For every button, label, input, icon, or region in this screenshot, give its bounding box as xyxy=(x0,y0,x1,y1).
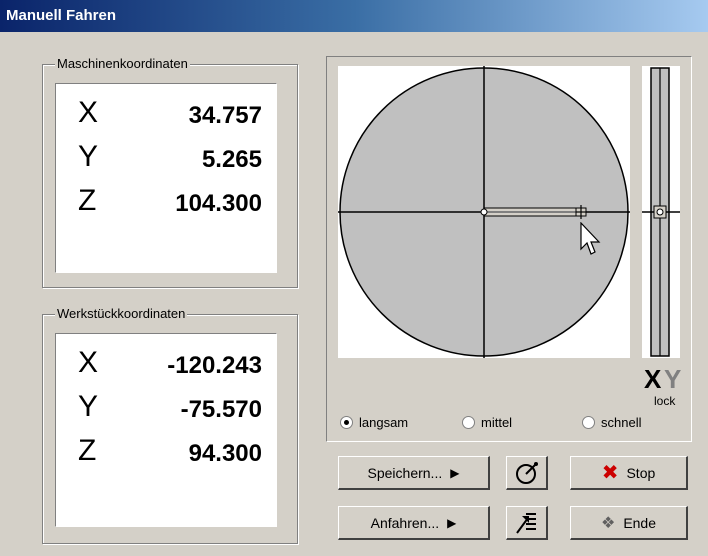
approach-button[interactable]: Anfahren... ▶ xyxy=(338,506,490,540)
jog-handle[interactable] xyxy=(574,205,588,219)
xy-lock-toggle[interactable]: X Y lock xyxy=(640,364,690,410)
move-list-button[interactable] xyxy=(506,506,548,540)
axis-label: X xyxy=(78,96,99,129)
measure-button[interactable] xyxy=(506,456,548,490)
radio-dot xyxy=(582,416,595,429)
machine-row-z: Z 104.300 xyxy=(56,184,276,224)
axis-label: X xyxy=(78,346,99,379)
speed-radio-langsam[interactable]: langsam xyxy=(340,415,408,430)
axis-value: 94.300 xyxy=(188,440,262,467)
machine-coordinates-group: Maschinenkoordinaten X 34.757 Y 5.265 Z … xyxy=(42,56,298,288)
axis-label: Y xyxy=(78,140,99,173)
axis-value: -75.570 xyxy=(180,396,262,423)
stop-button-label: Stop xyxy=(626,464,656,481)
radio-dot xyxy=(340,416,353,429)
stop-button[interactable]: ✖ Stop xyxy=(570,456,688,490)
speed-radio-schnell[interactable]: schnell xyxy=(582,415,641,430)
footprints-icon: ❖ xyxy=(600,514,616,532)
triangle-right-icon: ▶ xyxy=(447,515,457,530)
arrow-cursor-icon xyxy=(580,221,601,255)
end-button[interactable]: ❖ Ende xyxy=(570,506,688,540)
list-arrow-icon xyxy=(515,512,536,534)
axis-value: 5.265 xyxy=(201,146,262,173)
speed-radio-mittel[interactable]: mittel xyxy=(462,415,512,430)
cross-icon: ✖ xyxy=(601,462,619,484)
save-button-label: Speichern... xyxy=(367,464,443,481)
lock-x-label: X xyxy=(644,364,662,394)
radio-label: mittel xyxy=(481,415,513,430)
lock-y-label: Y xyxy=(664,364,682,394)
workpiece-coordinates-legend: Werkstückkoordinaten xyxy=(55,306,188,321)
z-slider-graphic xyxy=(642,67,680,357)
crosshair-icon xyxy=(575,205,587,219)
radio-dot xyxy=(462,416,475,429)
end-button-label: Ende xyxy=(623,514,657,531)
title-bar[interactable]: Manuell Fahren xyxy=(0,0,708,32)
machine-coordinates-legend: Maschinenkoordinaten xyxy=(55,56,190,71)
probe-gauge-icon xyxy=(515,461,538,484)
save-button[interactable]: Speichern... ▶ xyxy=(338,456,490,490)
axis-value: 104.300 xyxy=(175,190,262,217)
axis-label: Y xyxy=(78,390,99,423)
radio-label: langsam xyxy=(359,415,409,430)
approach-button-label: Anfahren... xyxy=(370,514,440,531)
lock-label: lock xyxy=(654,394,676,408)
axis-label: Z xyxy=(78,434,97,467)
machine-row-x: X 34.757 xyxy=(56,96,276,136)
workpiece-coordinates-display: X -120.243 Y -75.570 Z 94.300 xyxy=(55,333,277,527)
workpiece-coordinates-group: Werkstückkoordinaten X -120.243 Y -75.57… xyxy=(42,306,298,544)
radio-label: schnell xyxy=(601,415,642,430)
machine-row-y: Y 5.265 xyxy=(56,140,276,180)
axis-value: 34.757 xyxy=(188,102,262,129)
workpiece-row-z: Z 94.300 xyxy=(56,434,276,474)
workpiece-row-y: Y -75.570 xyxy=(56,390,276,430)
axis-label: Z xyxy=(78,184,97,217)
axis-value: -120.243 xyxy=(167,352,262,379)
z-jog-slider[interactable] xyxy=(642,66,680,358)
window-title: Manuell Fahren xyxy=(6,7,117,24)
mouse-cursor xyxy=(580,221,604,258)
triangle-right-icon: ▶ xyxy=(450,465,460,480)
workpiece-row-x: X -120.243 xyxy=(56,346,276,386)
machine-coordinates-display: X 34.757 Y 5.265 Z 104.300 xyxy=(55,83,277,273)
